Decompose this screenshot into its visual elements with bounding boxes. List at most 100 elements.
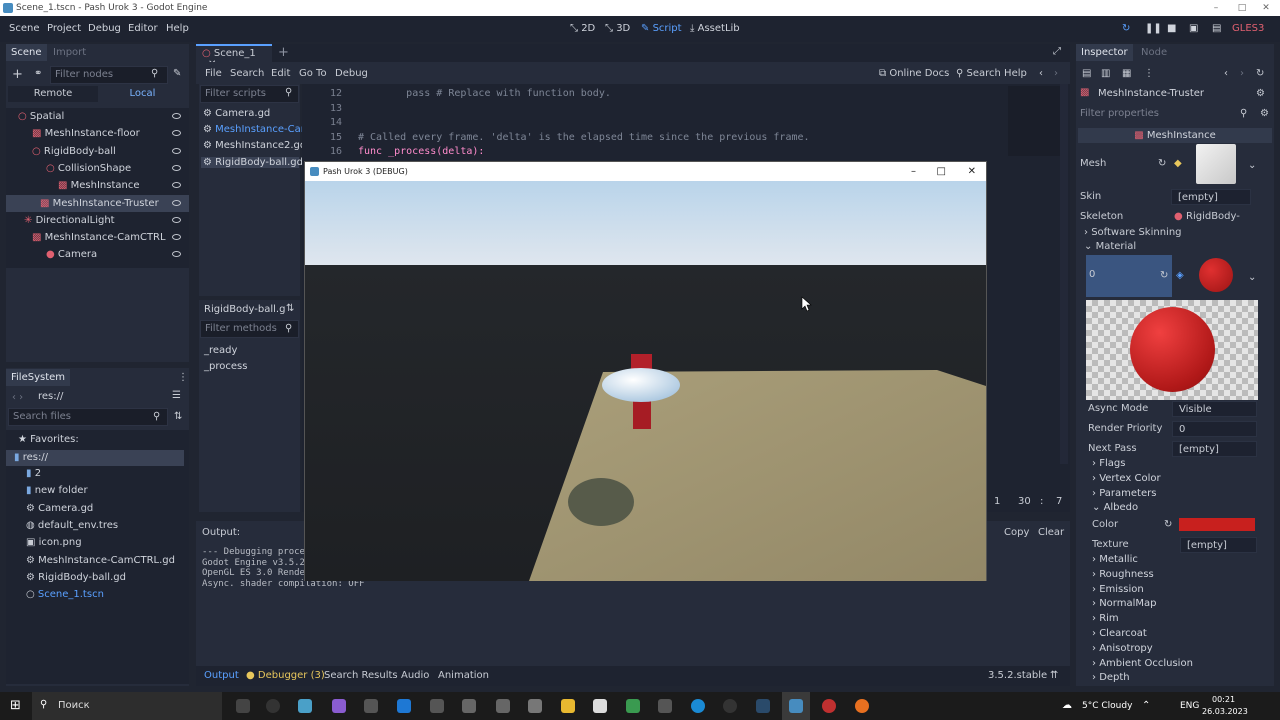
blender-icon[interactable] bbox=[855, 699, 869, 713]
app-icon-4[interactable] bbox=[430, 699, 444, 713]
scene-tree-node[interactable]: ○ RigidBody-ball bbox=[6, 143, 189, 160]
game-close-button[interactable]: ✕ bbox=[968, 162, 976, 181]
property-group[interactable]: › Anisotropy bbox=[1092, 643, 1153, 654]
mesh-dropdown-icon[interactable]: ⌄ bbox=[1248, 160, 1256, 171]
script-menu-debug[interactable]: Debug bbox=[335, 68, 368, 79]
texture-value[interactable]: [empty] bbox=[1180, 537, 1257, 553]
property-group[interactable]: › Roughness bbox=[1092, 569, 1154, 580]
file-item[interactable]: ⚙ MeshInstance-CamCTRL.gd bbox=[26, 555, 175, 566]
script-menu-goto[interactable]: Go To bbox=[299, 68, 327, 79]
method-ready[interactable]: _ready bbox=[204, 345, 237, 356]
taskbar-search-box[interactable]: ⚲ Поиск bbox=[32, 692, 222, 720]
app-icon-3[interactable] bbox=[364, 699, 378, 713]
bottom-tab-output[interactable]: Output bbox=[204, 670, 239, 681]
res-root-node[interactable]: ▮ res:// bbox=[6, 450, 184, 466]
maximize-button[interactable]: □ bbox=[1230, 0, 1254, 16]
script-attach-icon[interactable]: ✎ bbox=[173, 68, 181, 79]
code-scrollbar[interactable] bbox=[1060, 84, 1068, 464]
material-dropdown-icon[interactable]: ⌄ bbox=[1248, 272, 1256, 283]
pin-icon[interactable]: ⇈ bbox=[1050, 670, 1058, 681]
play-scene-icon[interactable]: ▣ bbox=[1189, 23, 1198, 34]
app-icon-11[interactable] bbox=[822, 699, 836, 713]
clear-button[interactable]: Clear bbox=[1038, 527, 1064, 538]
game-minimize-button[interactable]: – bbox=[911, 162, 916, 181]
file-item[interactable]: ◍ default_env.tres bbox=[26, 520, 118, 531]
weather-text[interactable]: 5°C Cloudy bbox=[1082, 701, 1132, 711]
new-resource-icon[interactable]: ▤ bbox=[1082, 68, 1091, 79]
search-files-input[interactable]: Search files bbox=[8, 408, 168, 426]
visibility-icon[interactable] bbox=[172, 216, 181, 223]
property-group[interactable]: › NormalMap bbox=[1092, 598, 1156, 609]
bottom-tab-animation[interactable]: Animation bbox=[438, 670, 489, 681]
stop-icon[interactable]: ■ bbox=[1167, 23, 1176, 34]
app-icon-7[interactable] bbox=[528, 699, 542, 713]
file-item[interactable]: ▮ new folder bbox=[26, 485, 88, 496]
script-item[interactable]: ⚙ Camera.gd bbox=[201, 108, 299, 119]
script-menu-search[interactable]: Search bbox=[230, 68, 264, 79]
tune-icon[interactable]: ⚙ bbox=[1260, 108, 1269, 119]
input-language[interactable]: ENG bbox=[1180, 701, 1199, 711]
tab-scene[interactable]: Scene bbox=[6, 44, 47, 61]
app-icon-5[interactable] bbox=[462, 699, 476, 713]
bottom-tab-search-results[interactable]: Search Results bbox=[324, 670, 398, 681]
mode-2d-button[interactable]: ⤡ 2D bbox=[570, 23, 595, 34]
minimize-button[interactable]: – bbox=[1204, 0, 1228, 16]
tab-node[interactable]: Node bbox=[1136, 44, 1172, 61]
color-revert-icon[interactable]: ↻ bbox=[1164, 519, 1172, 530]
node-menu-icon[interactable]: ⚙ bbox=[1256, 88, 1265, 99]
scene-tree-node[interactable]: ○ Spatial bbox=[6, 108, 189, 125]
unreal-icon[interactable] bbox=[266, 699, 280, 713]
reload-icon[interactable]: ↻ bbox=[1122, 23, 1130, 34]
tab-scene-1[interactable]: ○ Scene_1 ✕ bbox=[196, 44, 272, 70]
bottom-tab-debugger[interactable]: ● Debugger (3) bbox=[246, 670, 325, 681]
property-group[interactable]: ⌄ Albedo bbox=[1092, 502, 1138, 513]
property-group[interactable]: › Parameters bbox=[1092, 488, 1156, 499]
material-thumb[interactable] bbox=[1199, 258, 1233, 292]
tab-import[interactable]: Import bbox=[48, 44, 91, 61]
script-menu-file[interactable]: File bbox=[205, 68, 222, 79]
pause-icon[interactable]: ❚❚ bbox=[1145, 23, 1162, 34]
renderer-label[interactable]: GLES3 bbox=[1232, 23, 1264, 34]
app-icon-9[interactable] bbox=[626, 699, 640, 713]
clock-date[interactable]: 26.03.2023 bbox=[1202, 707, 1248, 716]
mesh-revert-icon[interactable]: ↻ bbox=[1158, 158, 1166, 169]
scene-tree-node[interactable]: ▩ MeshInstance-CamCTRL bbox=[6, 229, 189, 246]
file-item[interactable]: ⚙ Camera.gd bbox=[26, 503, 93, 514]
tab-inspector[interactable]: Inspector bbox=[1076, 44, 1133, 61]
menu-scene[interactable]: Scene bbox=[9, 23, 40, 34]
property-group[interactable]: › Flags bbox=[1092, 458, 1125, 469]
script-item[interactable]: ⚙ MeshInstance-Cam bbox=[201, 124, 310, 135]
visibility-icon[interactable] bbox=[172, 182, 181, 189]
app-icon-6[interactable] bbox=[496, 699, 510, 713]
property-group[interactable]: › Ambient Occlusion bbox=[1092, 658, 1193, 669]
app-icon-10[interactable] bbox=[658, 699, 672, 713]
game-maximize-button[interactable]: □ bbox=[937, 162, 946, 181]
visibility-icon[interactable] bbox=[172, 147, 181, 154]
visibility-icon[interactable] bbox=[172, 113, 181, 119]
next-pass-value[interactable]: [empty] bbox=[1172, 441, 1257, 457]
mode-assetlib-button[interactable]: ⤓ AssetLib bbox=[690, 23, 740, 34]
property-group[interactable]: › Rim bbox=[1092, 613, 1119, 624]
app-icon-2[interactable] bbox=[332, 699, 346, 713]
bottom-tab-audio[interactable]: Audio bbox=[401, 670, 429, 681]
visibility-icon[interactable] bbox=[172, 234, 181, 241]
sort-methods-icon[interactable]: ⇅ bbox=[286, 303, 294, 314]
distraction-free-icon[interactable]: ⤢ bbox=[1053, 46, 1061, 57]
mesh-preview[interactable] bbox=[1196, 144, 1236, 184]
online-docs-button[interactable]: ⧉ Online Docs bbox=[879, 68, 949, 79]
method-process[interactable]: _process bbox=[204, 361, 247, 372]
scene-tree-node[interactable]: ▩ MeshInstance bbox=[6, 177, 189, 194]
close-button[interactable]: ✕ bbox=[1254, 0, 1278, 16]
prev-icon[interactable]: ‹ bbox=[1224, 68, 1228, 79]
skeleton-value[interactable]: RigidBody- bbox=[1186, 211, 1240, 222]
windows-start-icon[interactable]: ⊞ bbox=[10, 698, 21, 713]
menu-project[interactable]: Project bbox=[47, 23, 81, 34]
app-icon-8[interactable] bbox=[593, 699, 607, 713]
scene-tree-node[interactable]: ▩ MeshInstance-floor bbox=[6, 125, 189, 142]
mode-3d-button[interactable]: ⤡ 3D bbox=[605, 23, 630, 34]
mode-script-button[interactable]: ✎ Script bbox=[641, 23, 682, 34]
next-icon[interactable]: › bbox=[1240, 68, 1244, 79]
property-group[interactable]: › Vertex Color bbox=[1092, 473, 1161, 484]
albedo-color-swatch[interactable] bbox=[1179, 518, 1255, 531]
more-icon[interactable]: ⋮ bbox=[1144, 68, 1154, 79]
